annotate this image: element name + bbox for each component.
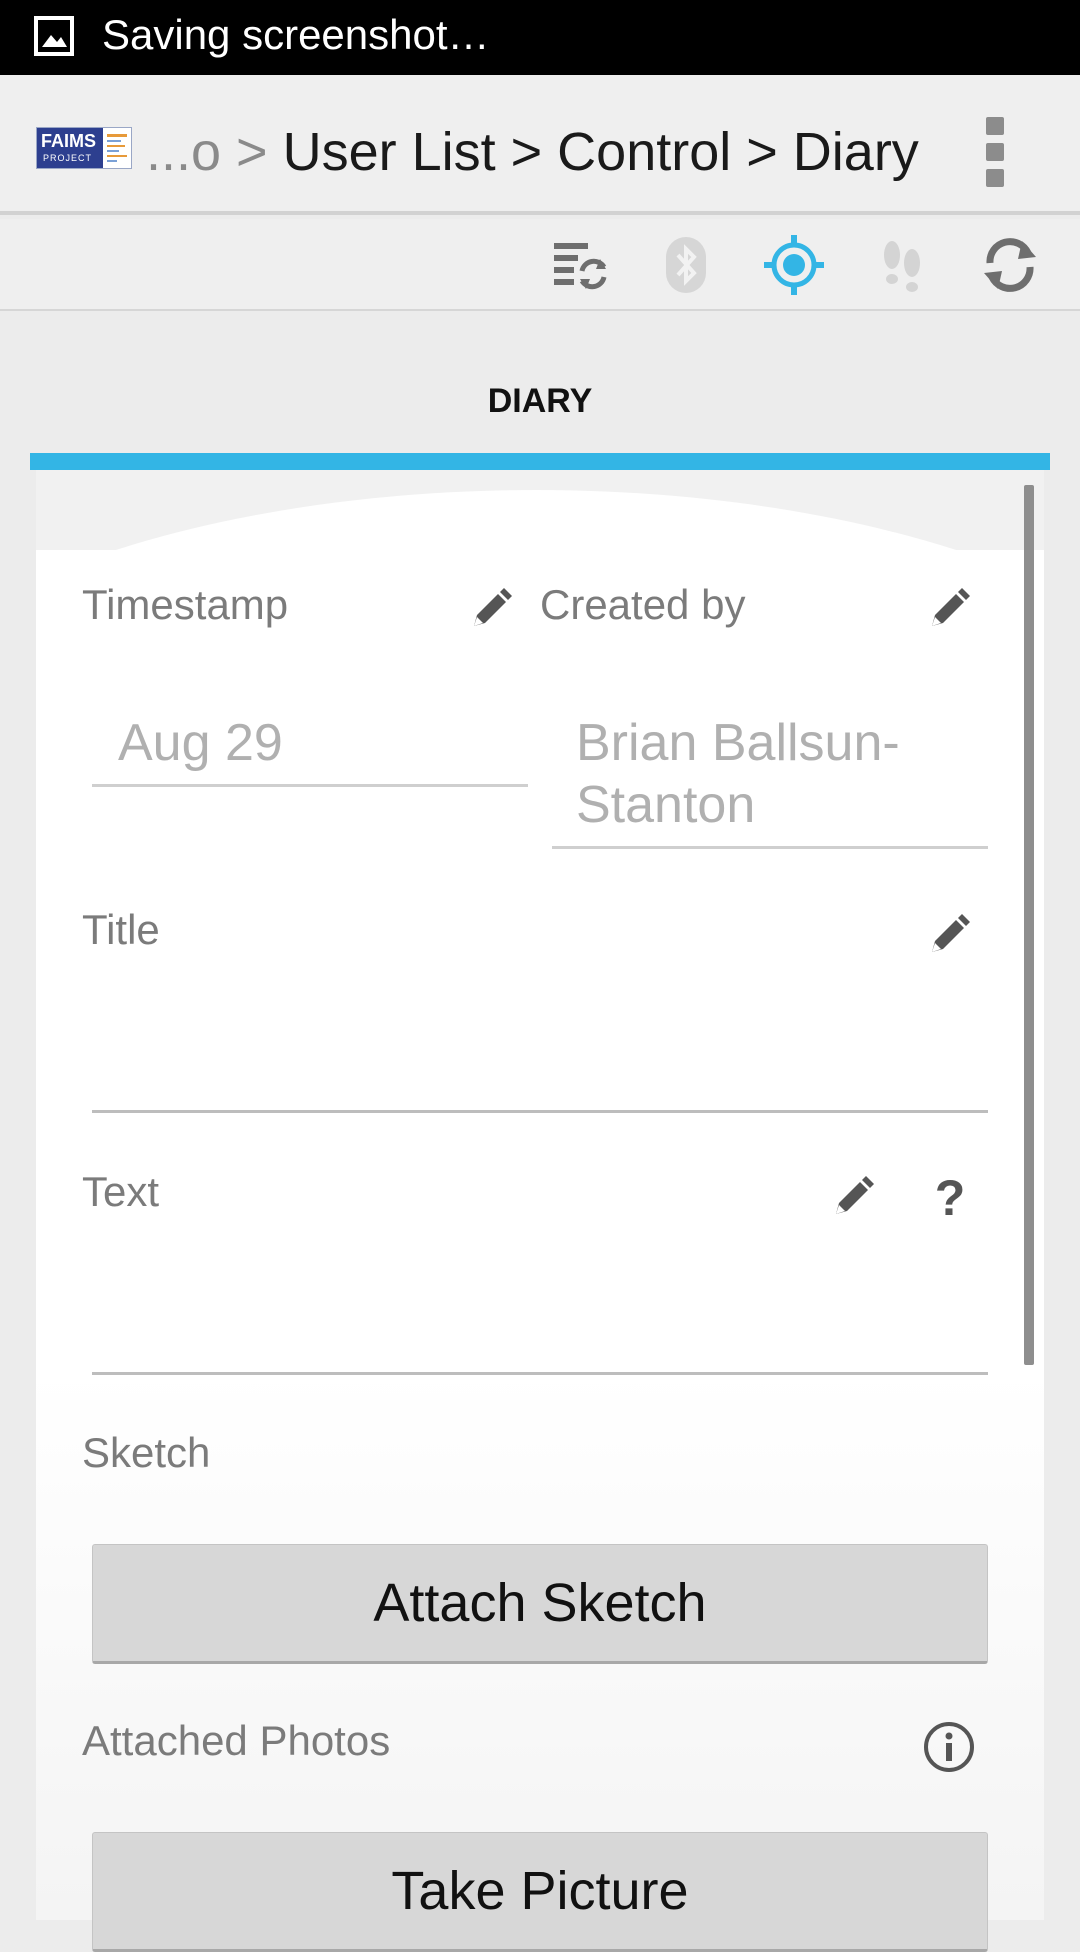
tab-diary[interactable]: DIARY bbox=[30, 313, 1050, 470]
tracking-icon[interactable] bbox=[870, 233, 934, 297]
breadcrumb-path[interactable]: User List > Control > Diary bbox=[283, 122, 919, 182]
created-by-field-line1[interactable]: Brian Ballsun- bbox=[576, 712, 900, 774]
gps-icon[interactable] bbox=[762, 233, 826, 297]
attached-photos-label: Attached Photos bbox=[82, 1717, 391, 1764]
text-label: Text bbox=[82, 1168, 160, 1215]
help-icon[interactable]: ? bbox=[930, 1170, 970, 1226]
sync-list-icon[interactable] bbox=[546, 233, 610, 297]
created-by-field-line2[interactable]: Stanton bbox=[576, 774, 755, 836]
text-field[interactable] bbox=[118, 1260, 978, 1360]
status-toolbar bbox=[0, 219, 1080, 311]
text-underline bbox=[92, 1372, 988, 1375]
refresh-icon[interactable] bbox=[978, 233, 1042, 297]
status-text: Saving screenshot… bbox=[102, 11, 490, 58]
tab-label: DIARY bbox=[487, 382, 593, 420]
created-by-underline bbox=[552, 846, 988, 849]
pencil-icon[interactable] bbox=[926, 586, 972, 632]
logo-subtext: PROJECT bbox=[43, 153, 93, 163]
attach-sketch-button[interactable]: Attach Sketch bbox=[92, 1544, 988, 1664]
logo-block: FAIMS PROJECT bbox=[37, 128, 103, 168]
action-bar: FAIMS PROJECT ...o > User List > Control… bbox=[0, 75, 1080, 215]
tab-bar: DIARY bbox=[0, 313, 1080, 470]
breadcrumb-collapsed[interactable]: ...o > bbox=[146, 122, 283, 182]
status-bar: Saving screenshot… bbox=[0, 0, 1080, 75]
timestamp-field[interactable]: Aug 29 bbox=[118, 712, 283, 774]
bluetooth-icon[interactable] bbox=[654, 233, 718, 297]
title-underline bbox=[92, 1110, 988, 1113]
overflow-menu-icon[interactable] bbox=[984, 117, 1008, 187]
form-card bbox=[36, 470, 1044, 1920]
pencil-icon[interactable] bbox=[926, 912, 972, 958]
scrollbar[interactable] bbox=[1024, 485, 1034, 1365]
logo-graphic-icon bbox=[107, 134, 127, 162]
timestamp-label: Timestamp bbox=[82, 581, 289, 628]
sketch-label: Sketch bbox=[82, 1429, 211, 1476]
tab-indicator bbox=[30, 453, 1050, 470]
pencil-icon[interactable] bbox=[830, 1174, 876, 1220]
title-label: Title bbox=[82, 906, 160, 953]
logo-text: FAIMS bbox=[41, 131, 97, 151]
breadcrumb: ...o > User List > Control > Diary bbox=[146, 117, 919, 187]
pencil-icon[interactable] bbox=[468, 586, 514, 632]
take-picture-button[interactable]: Take Picture bbox=[92, 1832, 988, 1952]
info-icon[interactable] bbox=[922, 1720, 976, 1774]
created-by-label: Created by bbox=[540, 581, 746, 628]
timestamp-underline bbox=[92, 784, 528, 787]
title-field[interactable] bbox=[118, 1000, 978, 1100]
image-icon bbox=[34, 16, 74, 56]
faims-logo[interactable]: FAIMS PROJECT bbox=[36, 127, 132, 169]
